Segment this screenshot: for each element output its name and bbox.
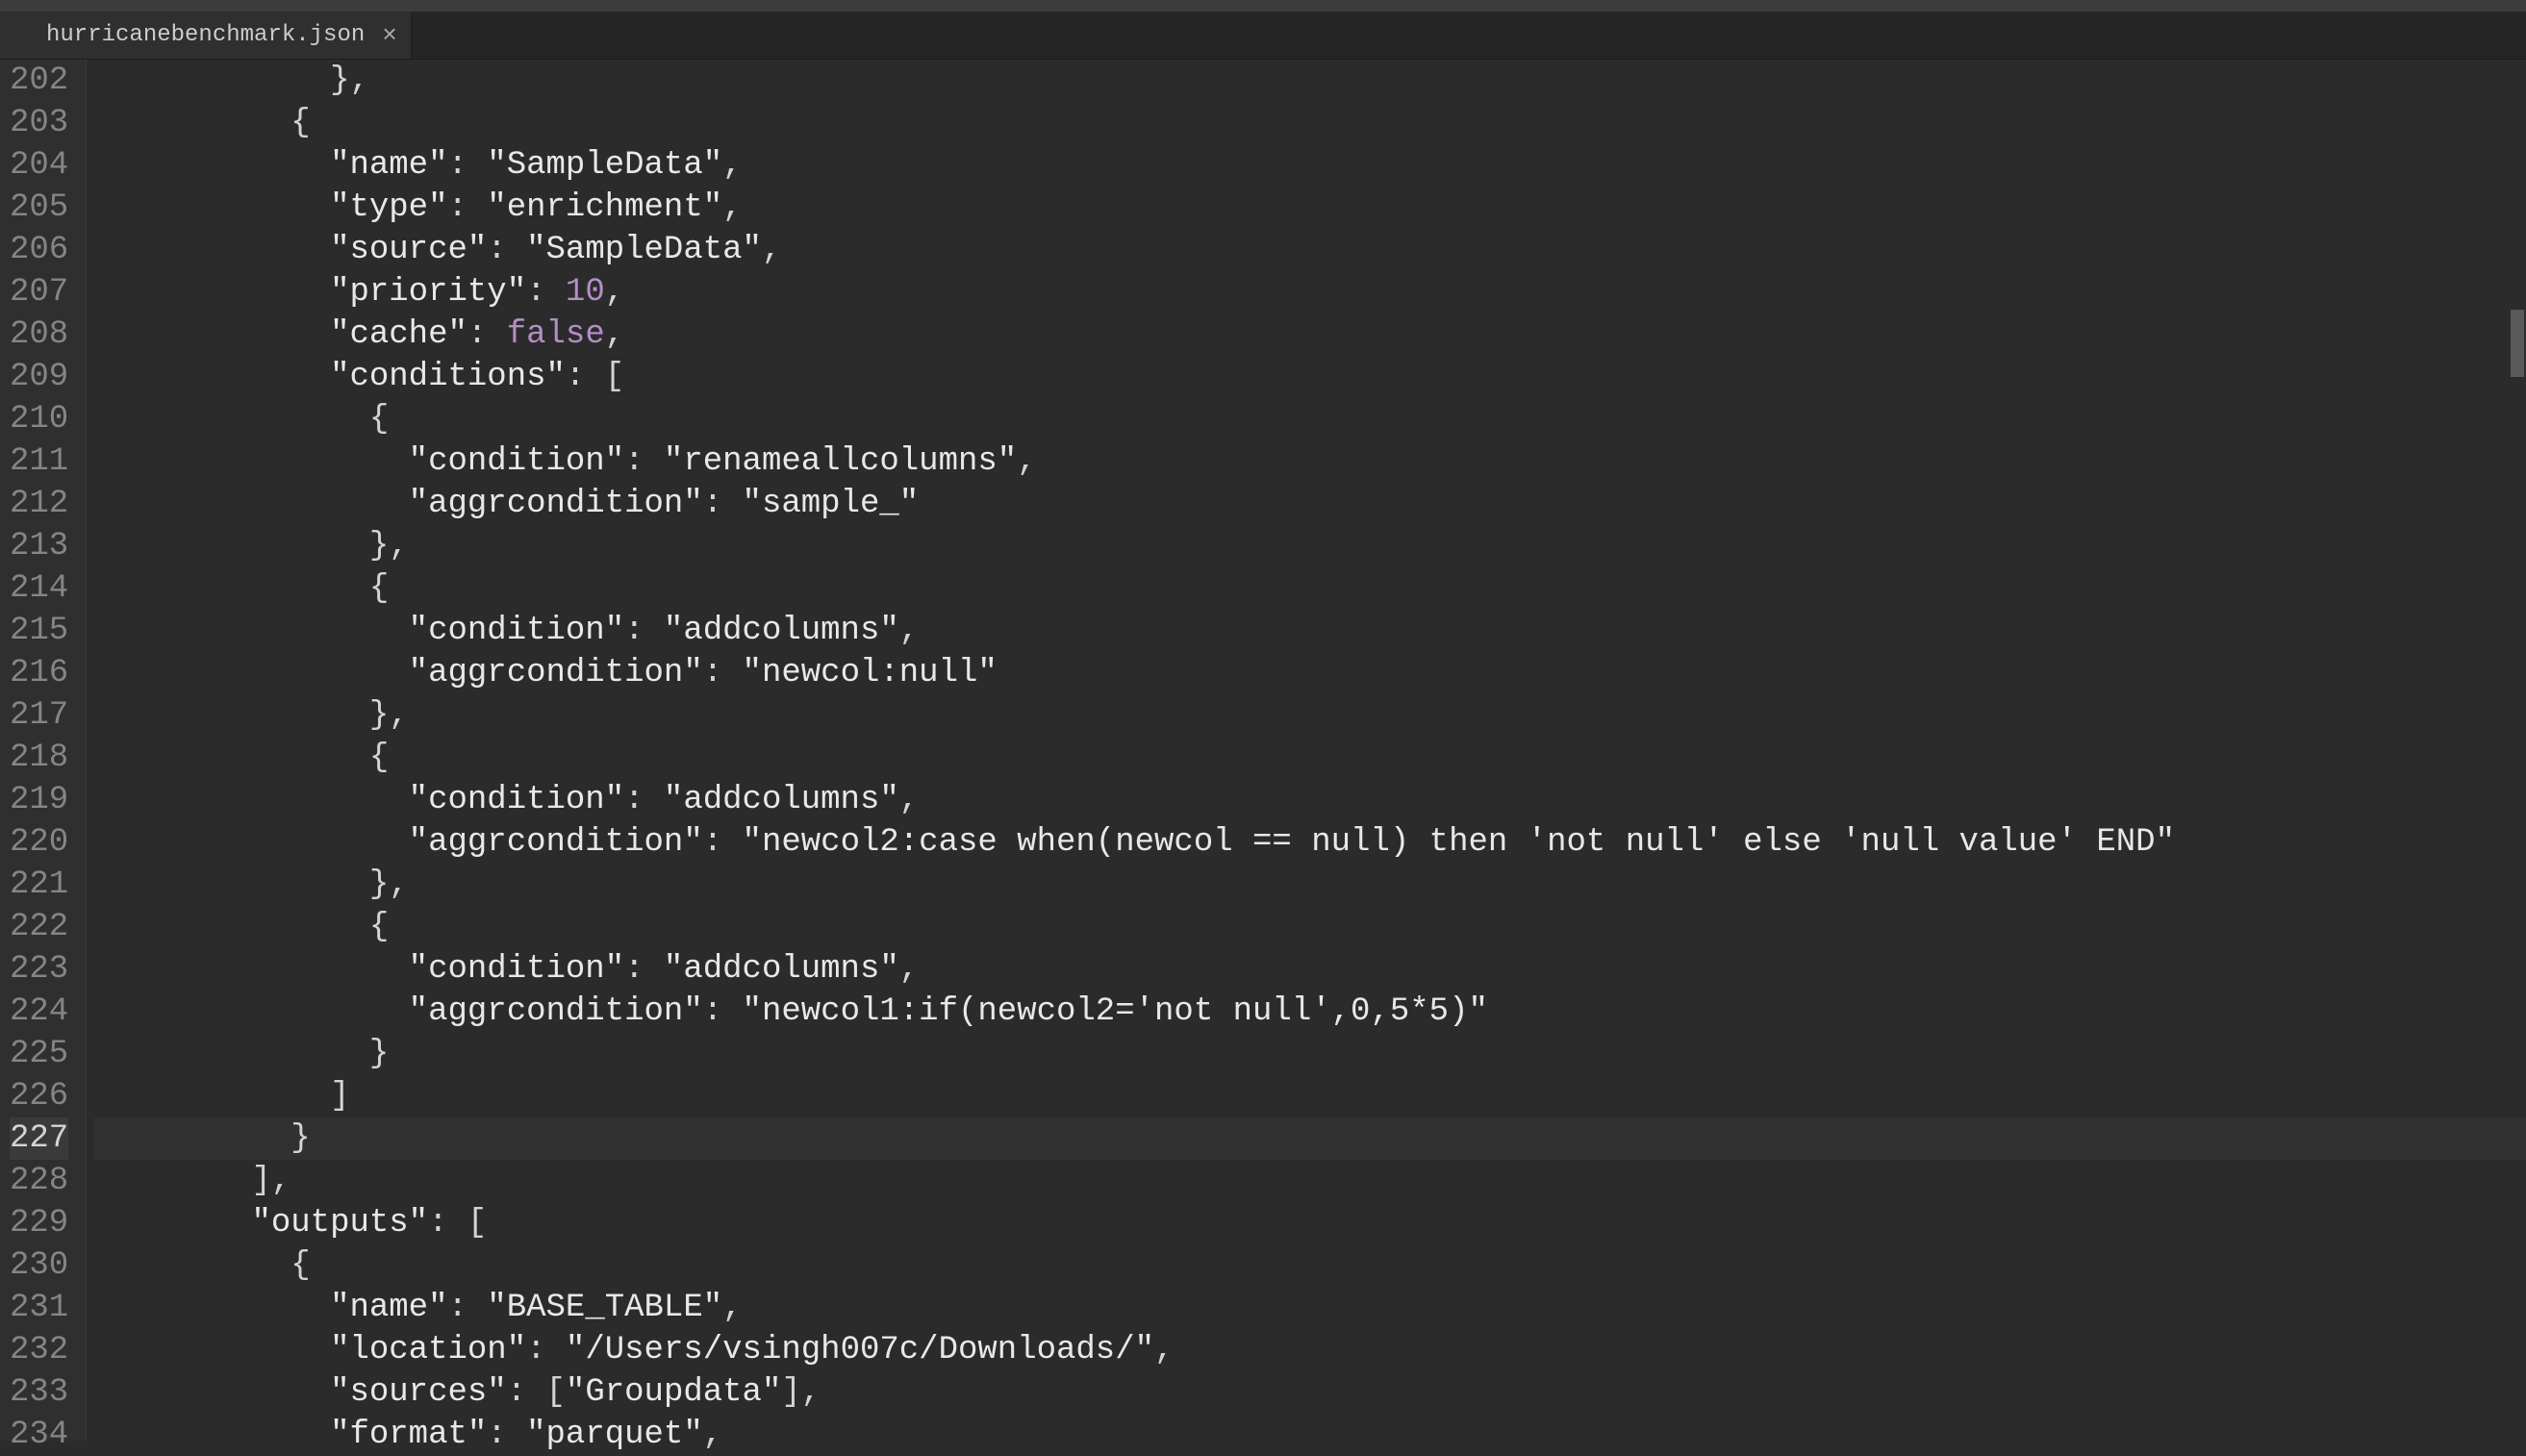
line-number: 233	[10, 1371, 68, 1414]
line-number: 224	[10, 991, 68, 1033]
line-number: 226	[10, 1075, 68, 1117]
line-number-gutter: 2022032042052062072082092102112122132142…	[0, 60, 87, 1441]
code-line[interactable]: }	[94, 1117, 2526, 1160]
line-number: 216	[10, 652, 68, 694]
line-number: 228	[10, 1160, 68, 1202]
code-line[interactable]: ],	[94, 1160, 2526, 1202]
code-line[interactable]: "condition": "addcolumns",	[94, 779, 2526, 821]
code-line[interactable]: "name": "BASE_TABLE",	[94, 1287, 2526, 1329]
code-line[interactable]: "condition": "addcolumns",	[94, 610, 2526, 652]
line-number: 208	[10, 314, 68, 356]
code-line[interactable]: "sources": ["Groupdata"],	[94, 1371, 2526, 1414]
code-line[interactable]: {	[94, 398, 2526, 440]
code-line[interactable]: "aggrcondition": "newcol:null"	[94, 652, 2526, 694]
code-line[interactable]: },	[94, 694, 2526, 737]
code-line[interactable]: "location": "/Users/vsingh007c/Downloads…	[94, 1329, 2526, 1371]
code-line[interactable]: "format": "parquet",	[94, 1414, 2526, 1456]
line-number: 218	[10, 737, 68, 779]
line-number: 222	[10, 906, 68, 948]
line-number: 212	[10, 483, 68, 525]
tab-bar: hurricanebenchmark.json ×	[0, 12, 2526, 60]
code-line[interactable]: "name": "SampleData",	[94, 144, 2526, 187]
code-line[interactable]: "conditions": [	[94, 356, 2526, 398]
line-number: 234	[10, 1414, 68, 1456]
line-number: 227	[10, 1117, 68, 1160]
code-line[interactable]: },	[94, 525, 2526, 567]
line-number: 223	[10, 948, 68, 991]
code-line[interactable]: },	[94, 864, 2526, 906]
line-number: 204	[10, 144, 68, 187]
code-line[interactable]: "aggrcondition": "newcol1:if(newcol2='no…	[94, 991, 2526, 1033]
code-line[interactable]: {	[94, 906, 2526, 948]
code-line[interactable]: "outputs": [	[94, 1202, 2526, 1244]
code-line[interactable]: "cache": false,	[94, 314, 2526, 356]
code-line[interactable]: {	[94, 102, 2526, 144]
line-number: 229	[10, 1202, 68, 1244]
line-number: 207	[10, 271, 68, 314]
line-number: 209	[10, 356, 68, 398]
close-icon[interactable]: ×	[382, 23, 397, 48]
line-number: 203	[10, 102, 68, 144]
line-number: 232	[10, 1329, 68, 1371]
code-line[interactable]: }	[94, 1033, 2526, 1075]
line-number: 210	[10, 398, 68, 440]
vertical-scrollbar[interactable]	[2509, 60, 2524, 1441]
code-line[interactable]: "condition": "renameallcolumns",	[94, 440, 2526, 483]
code-line[interactable]: ]	[94, 1075, 2526, 1117]
line-number: 215	[10, 610, 68, 652]
line-number: 225	[10, 1033, 68, 1075]
code-line[interactable]: "source": "SampleData",	[94, 229, 2526, 271]
code-line[interactable]: "type": "enrichment",	[94, 187, 2526, 229]
line-number: 205	[10, 187, 68, 229]
code-area[interactable]: }, { "name": "SampleData", "type": "enri…	[87, 60, 2526, 1441]
line-number: 202	[10, 60, 68, 102]
line-number: 230	[10, 1244, 68, 1287]
code-line[interactable]: {	[94, 1244, 2526, 1287]
line-number: 231	[10, 1287, 68, 1329]
code-line[interactable]: {	[94, 567, 2526, 610]
code-line[interactable]: "condition": "addcolumns",	[94, 948, 2526, 991]
tab-filename: hurricanebenchmark.json	[46, 22, 365, 48]
code-line[interactable]: "aggrcondition": "newcol2:case when(newc…	[94, 821, 2526, 864]
scrollbar-thumb[interactable]	[2511, 310, 2524, 377]
line-number: 219	[10, 779, 68, 821]
editor[interactable]: 2022032042052062072082092102112122132142…	[0, 60, 2526, 1441]
line-number: 213	[10, 525, 68, 567]
line-number: 211	[10, 440, 68, 483]
code-line[interactable]: },	[94, 60, 2526, 102]
line-number: 214	[10, 567, 68, 610]
line-number: 221	[10, 864, 68, 906]
tab-file[interactable]: hurricanebenchmark.json ×	[0, 12, 412, 59]
code-line[interactable]: "aggrcondition": "sample_"	[94, 483, 2526, 525]
title-bar	[0, 0, 2526, 12]
line-number: 220	[10, 821, 68, 864]
code-line[interactable]: "priority": 10,	[94, 271, 2526, 314]
line-number: 206	[10, 229, 68, 271]
code-line[interactable]: {	[94, 737, 2526, 779]
line-number: 217	[10, 694, 68, 737]
